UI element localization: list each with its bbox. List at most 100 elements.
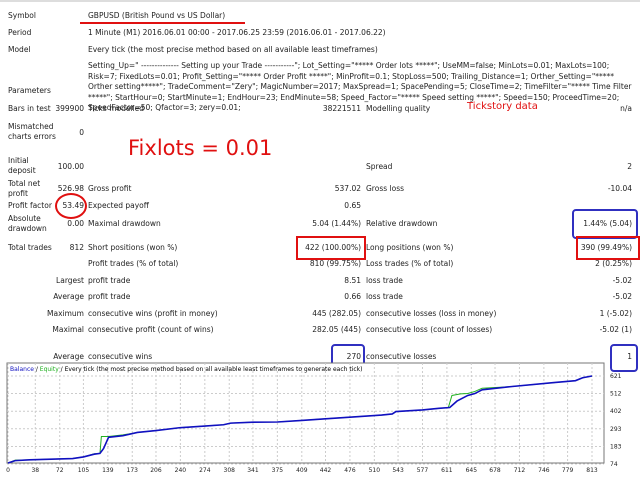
profittrades-label: Profit trades (% of total) [88, 259, 179, 268]
maximal-profit-value: 282.05 (445) [312, 325, 361, 334]
pf-highlight-circle [55, 193, 87, 219]
quality-label: Modelling quality [366, 104, 431, 113]
maximal-loss-label: consecutive loss (count of losses) [366, 325, 493, 334]
absdd-value: 0.00 [67, 219, 84, 228]
netprofit-value: 526.98 [57, 184, 84, 193]
payoff-value: 0.65 [344, 201, 361, 210]
maxdd-label: Maximal drawdown [88, 219, 161, 228]
tickstory-annotation: Tickstory data [467, 101, 538, 112]
x-tick-label: 476 [344, 467, 356, 474]
short-label: Short positions (won %) [88, 243, 178, 252]
x-tick-label: 38 [31, 467, 39, 474]
largest-loss-label: loss trade [366, 276, 403, 285]
x-tick-label: 139 [102, 467, 114, 474]
largest-label: Largest [56, 276, 84, 285]
x-tick-label: 375 [272, 467, 284, 474]
legend-balance: Balance [10, 366, 34, 373]
x-tick-label: 308 [224, 467, 236, 474]
y-tick-label: 621 [610, 373, 622, 380]
reldd-label: Relative drawdown [366, 219, 438, 228]
x-tick-label: 442 [320, 467, 332, 474]
maximal-label: Maximal [52, 325, 84, 334]
deposit-value: 100.00 [57, 162, 84, 171]
largest-profit-label: profit trade [88, 276, 131, 285]
y-tick-label: 74 [610, 461, 618, 468]
long-highlight [576, 236, 640, 260]
average-label: Average [53, 292, 84, 301]
maximal-loss-value: -5.02 (1) [599, 325, 632, 334]
grossprofit-value: 537.02 [334, 184, 361, 193]
x-tick-label: 341 [247, 467, 259, 474]
max-losses-value: 1 (-5.02) [599, 309, 632, 318]
x-tick-label: 72 [56, 467, 64, 474]
grossprofit-label: Gross profit [88, 184, 132, 193]
spread-label: Spread [366, 162, 393, 171]
y-tick-label: 512 [610, 391, 622, 398]
x-tick-label: 779 [562, 467, 574, 474]
parameters-label: Parameters [8, 86, 51, 95]
y-tick-label: 183 [610, 443, 622, 450]
period-label: Period [8, 28, 32, 37]
x-tick-label: 813 [586, 467, 598, 474]
ticks-label: Ticks modelled [88, 104, 145, 113]
fixlots-annotation: Fixlots = 0.01 [128, 136, 273, 160]
x-tick-label: 240 [175, 467, 187, 474]
payoff-label: Expected payoff [88, 201, 149, 210]
max-losses-label: consecutive losses (loss in money) [366, 309, 497, 318]
x-tick-label: 678 [489, 467, 501, 474]
chart-legend: Balance / Equity / Every tick (the most … [10, 366, 363, 373]
mismatch-value: 0 [79, 128, 84, 137]
top-border [0, 0, 640, 2]
symbol-value: GBPUSD (British Pound vs US Dollar) [88, 11, 226, 20]
x-tick-label: 543 [392, 467, 404, 474]
symbol-label: Symbol [8, 11, 36, 20]
ticks-value: 38221511 [322, 104, 361, 113]
chart-frame [6, 362, 605, 464]
x-tick-label: 173 [127, 467, 139, 474]
avg-loss-value: -5.02 [612, 292, 632, 301]
losstrades-label: Loss trades (% of total) [366, 259, 454, 268]
largest-profit-value: 8.51 [344, 276, 361, 285]
x-tick-label: 274 [199, 467, 211, 474]
x-tick-label: 577 [417, 467, 429, 474]
losstrades-value: 2 (0.25%) [595, 259, 632, 268]
x-tick-label: 206 [150, 467, 162, 474]
avg-profit-label: profit trade [88, 292, 131, 301]
y-tick-label: 402 [610, 408, 622, 415]
legend-equity: Equity [40, 366, 59, 373]
x-tick-label: 645 [466, 467, 478, 474]
short-highlight [296, 236, 366, 260]
avg-loss-label: loss trade [366, 292, 403, 301]
avg-profit-value: 0.66 [344, 292, 361, 301]
reldd-highlight [572, 209, 638, 239]
y-tick-label: 293 [610, 426, 622, 433]
maximal-profit-label: consecutive profit (count of wins) [88, 325, 214, 334]
x-tick-label: 0 [6, 467, 10, 474]
x-tick-label: 510 [369, 467, 381, 474]
x-tick-label: 409 [296, 467, 308, 474]
x-tick-label: 712 [514, 467, 526, 474]
maximum-label: Maximum [47, 309, 84, 318]
legend-description: / Every tick (the most precise method ba… [59, 366, 363, 373]
bars-value: 399900 [55, 104, 84, 113]
x-tick-label: 746 [538, 467, 550, 474]
parameters-value: Setting_Up=" -------------- Setting up y… [88, 61, 632, 112]
x-tick-label: 105 [78, 467, 90, 474]
balance-equity-chart: Balance / Equity / Every tick (the most … [6, 362, 622, 474]
symbol-underline [80, 22, 245, 24]
maxdd-value: 5.04 (1.44%) [312, 219, 361, 228]
max-wins-value: 445 (282.05) [312, 309, 361, 318]
long-label: Long positions (won %) [366, 243, 454, 252]
grossloss-label: Gross loss [366, 184, 405, 193]
quality-value: n/a [620, 104, 632, 113]
max-wins-label: consecutive wins (profit in money) [88, 309, 218, 318]
grossloss-value: -10.04 [607, 184, 632, 193]
profittrades-value: 810 (99.75%) [309, 259, 361, 268]
model-value: Every tick (the most precise method base… [88, 45, 378, 54]
model-label: Model [8, 45, 31, 54]
trades-value: 812 [69, 243, 84, 252]
period-value: 1 Minute (M1) 2016.06.01 00:00 - 2017.06… [88, 28, 386, 37]
largest-loss-value: -5.02 [612, 276, 632, 285]
spread-value: 2 [627, 162, 632, 171]
x-tick-label: 611 [441, 467, 453, 474]
